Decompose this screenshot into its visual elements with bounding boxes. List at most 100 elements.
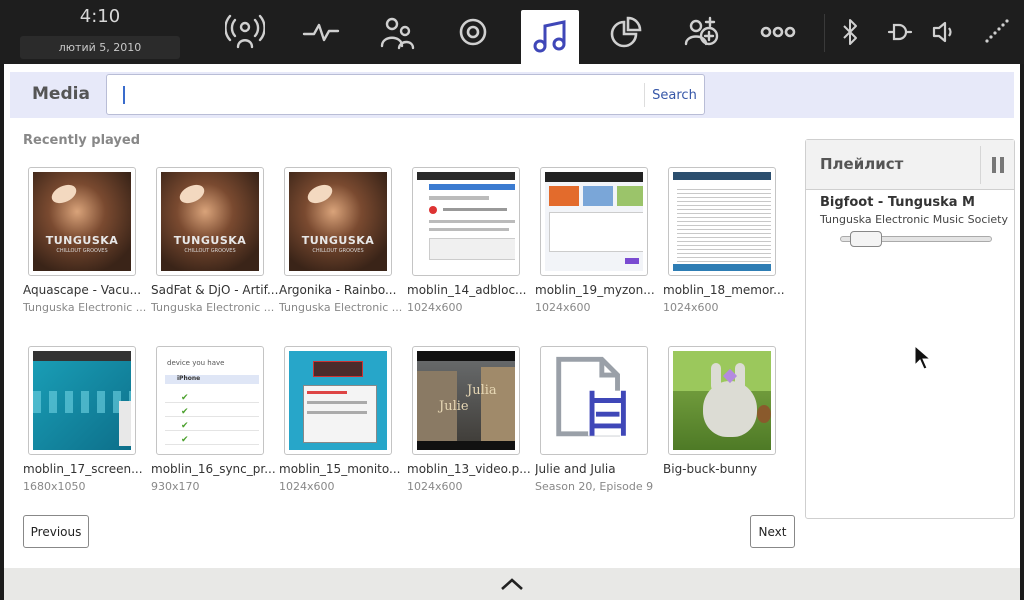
tile-subtitle: 930x170: [151, 480, 200, 493]
pause-icon: [991, 157, 1004, 173]
media-tile[interactable]: Big-buck-bunny: [663, 346, 791, 506]
tile-title: moblin_15_monito...: [279, 462, 401, 476]
mouse-pointer-icon: [914, 345, 932, 370]
network-button[interactable]: [980, 16, 1012, 48]
tile-title: Aquascape - Vacu...: [23, 283, 142, 297]
tile-subtitle: 1024x600: [663, 301, 719, 314]
thumbnail: TUNGUSKA CHILLOUT GROOVES: [284, 167, 392, 276]
volume-button[interactable]: [928, 16, 960, 48]
text-caret: [123, 86, 125, 104]
playlist-panel: Плейлист Bigfoot - Tunguska M Tunguska E…: [805, 139, 1015, 519]
thumbnail: Julia Julie: [412, 346, 520, 455]
network-icon: [985, 19, 1009, 43]
tile-subtitle: Tunguska Electronic ...: [279, 301, 403, 314]
bluetooth-button[interactable]: [834, 16, 866, 48]
thumbnail: TUNGUSKA CHILLOUT GROOVES: [156, 167, 264, 276]
previous-button[interactable]: Previous: [23, 515, 89, 548]
tile-subtitle: 1024x600: [279, 480, 335, 493]
apps-zone-button[interactable]: [597, 0, 655, 64]
pulse-icon: [302, 23, 340, 42]
search-bar: Media Search: [10, 72, 1014, 118]
power-plug-icon: [887, 23, 913, 41]
status-zone-button[interactable]: [216, 0, 274, 64]
tile-subtitle: Season 20, Episode 9: [535, 480, 654, 493]
chevron-up-icon: [501, 578, 523, 590]
album-subtitle-text: CHILLOUT GROOVES: [312, 248, 364, 254]
bluetooth-icon: [843, 19, 857, 45]
add-contact-icon: [684, 16, 719, 46]
broadcast-icon: [225, 14, 265, 49]
seek-slider-handle[interactable]: [850, 231, 882, 247]
media-tile[interactable]: TUNGUSKA CHILLOUT GROOVES SadFat & DjO -…: [151, 167, 279, 327]
media-tile[interactable]: moblin_15_monito... 1024x600: [279, 346, 407, 506]
internet-zone-button[interactable]: [444, 0, 502, 64]
tile-title: moblin_17_screen...: [23, 462, 143, 476]
sync-row-text: iPhone: [177, 375, 201, 382]
tile-subtitle: 1024x600: [407, 301, 463, 314]
tile-title: Big-buck-bunny: [663, 462, 758, 476]
panel-title: Media: [32, 84, 90, 104]
power-button[interactable]: [884, 16, 916, 48]
playlist-header: Плейлист: [806, 140, 1014, 190]
thumbnail: [540, 167, 648, 276]
search-button[interactable]: Search: [644, 83, 704, 107]
media-tile[interactable]: moblin_18_memor... 1024x600: [663, 167, 791, 327]
media-tile[interactable]: Julie and Julia Season 20, Episode 9: [535, 346, 663, 506]
thumbnail: [412, 167, 520, 276]
zones-zone-button[interactable]: [749, 0, 807, 64]
tile-title: moblin_19_myzon...: [535, 283, 655, 297]
media-tile[interactable]: TUNGUSKA CHILLOUT GROOVES Argonika - Rai…: [279, 167, 407, 327]
activity-zone-button[interactable]: [292, 0, 350, 64]
seek-slider[interactable]: [840, 231, 992, 247]
now-playing-artist: Tunguska Electronic Music Society: [820, 213, 1009, 226]
album-subtitle-text: CHILLOUT GROOVES: [184, 248, 236, 254]
tile-title: moblin_13_video.p...: [407, 462, 531, 476]
media-tile[interactable]: Julia Julie moblin_13_video.p... 1024x60…: [407, 346, 535, 506]
section-title: Recently played: [23, 133, 141, 148]
tile-subtitle: 1024x600: [535, 301, 591, 314]
media-tile[interactable]: moblin_19_myzon... 1024x600: [535, 167, 663, 327]
thumbnail: [668, 346, 776, 455]
thumbnail: device you have iPhone ✔✔✔✔: [156, 346, 264, 455]
toolbar-separator: [824, 14, 825, 52]
tile-title: Julie and Julia: [535, 462, 616, 476]
thumbnail: [284, 346, 392, 455]
sync-heading-text: device you have: [167, 359, 225, 367]
clock: 4:10: [79, 6, 121, 27]
video-caption-text: Julia: [467, 383, 497, 398]
thumbnail: [540, 346, 648, 455]
volume-icon: [932, 21, 952, 43]
album-title-text: TUNGUSKA: [45, 234, 119, 247]
people-zone-button[interactable]: [368, 0, 426, 64]
media-tile[interactable]: moblin_17_screen... 1680x1050: [23, 346, 151, 506]
album-subtitle-text: CHILLOUT GROOVES: [56, 248, 108, 254]
tile-subtitle: Tunguska Electronic ...: [23, 301, 147, 314]
now-playing-title: Bigfoot - Tunguska M: [820, 195, 975, 210]
tile-title: Argonika - Rainbo...: [279, 283, 397, 297]
tile-subtitle: 1680x1050: [23, 480, 86, 493]
album-title-text: TUNGUSKA: [301, 234, 375, 247]
search-input[interactable]: Search: [106, 74, 705, 115]
panel-collapse-handle[interactable]: [4, 568, 1020, 600]
tile-title: moblin_16_sync_pr...: [151, 462, 276, 476]
thumbnail: [668, 167, 776, 276]
date[interactable]: лютий 5, 2010: [20, 36, 180, 59]
pasteboard-zone-button[interactable]: [673, 0, 731, 64]
media-tile[interactable]: device you have iPhone ✔✔✔✔ moblin_16_sy…: [151, 346, 279, 506]
tile-title: SadFat & DjO - Artif...: [151, 283, 279, 297]
next-button[interactable]: Next: [750, 515, 795, 548]
target-icon: [459, 18, 487, 46]
album-title-text: TUNGUSKA: [173, 234, 247, 247]
media-tile[interactable]: TUNGUSKA CHILLOUT GROOVES Aquascape - Va…: [23, 167, 151, 327]
tile-title: moblin_18_memor...: [663, 283, 785, 297]
pie-icon: [610, 16, 642, 48]
tile-subtitle: Tunguska Electronic ...: [151, 301, 275, 314]
music-note-icon: [533, 20, 566, 53]
thumbnail: [28, 346, 136, 455]
pause-button[interactable]: [980, 146, 1014, 184]
media-tile[interactable]: moblin_14_adbloc... 1024x600: [407, 167, 535, 327]
media-panel: Media Search Recently played TUNGUSKA CH…: [4, 64, 1020, 568]
top-bar: 4:10 лютий 5, 2010: [0, 0, 1024, 64]
media-zone-button[interactable]: [521, 10, 579, 64]
video-caption-text-2: Julie: [439, 399, 469, 414]
